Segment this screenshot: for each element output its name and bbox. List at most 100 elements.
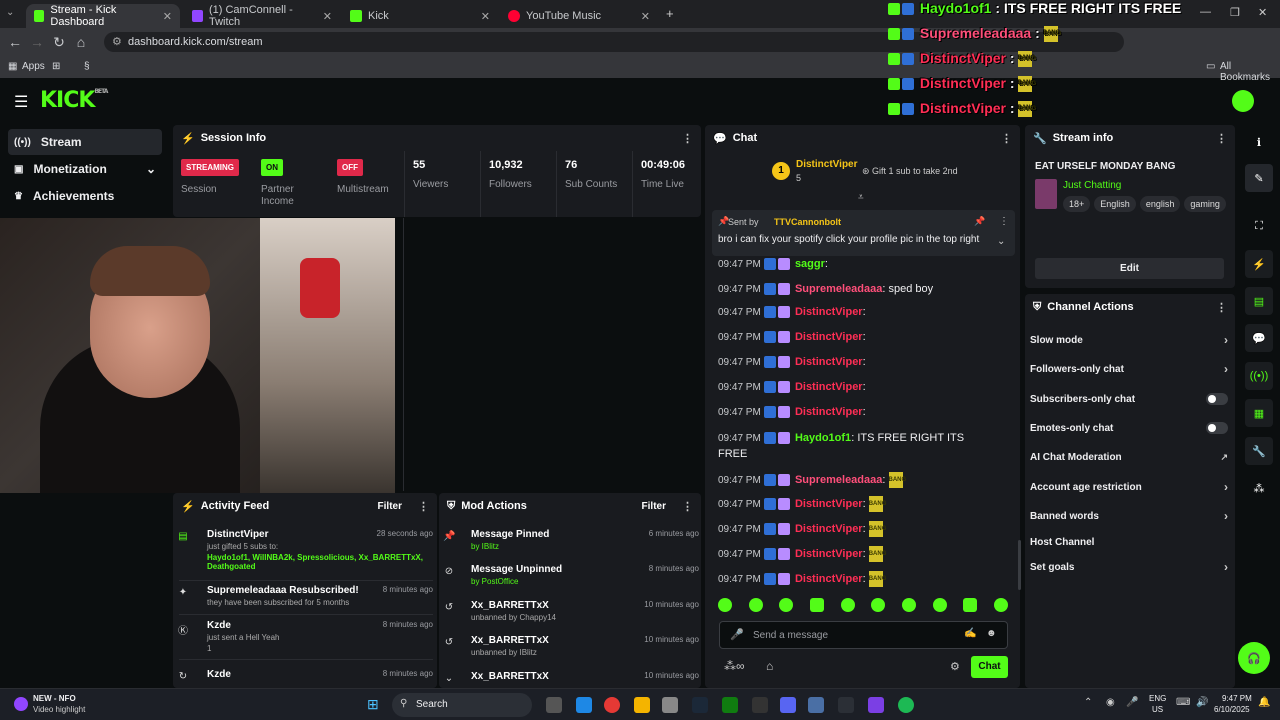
volume-icon[interactable]: 🔊 [1196,697,1208,708]
channel-action-slow-mode[interactable]: Slow mode › [1030,327,1228,353]
close-icon[interactable]: ✕ [163,10,172,23]
windows-start-icon[interactable]: ⊞ [367,696,379,713]
close-icon[interactable]: ✕ [641,10,650,23]
emoji-icon[interactable]: ☻ [986,628,997,639]
chat-username[interactable]: DistinctViper [795,523,863,535]
channel-action-account-age-restriction[interactable]: Account age restriction › [1030,474,1228,500]
microphone-icon[interactable]: 🎤 [730,628,744,641]
emote-bang[interactable]: BANG [888,472,906,488]
emote-icon[interactable] [748,598,763,612]
bookmark-icon[interactable]: § [84,61,90,72]
unpin-icon[interactable]: 📌 [974,216,985,227]
tab-kick[interactable]: Kick ✕ [342,4,498,28]
flash-icon[interactable]: ⚡ [1245,250,1273,278]
avatar[interactable] [1232,90,1254,112]
chat-username[interactable]: DistinctViper [795,331,863,343]
back-icon[interactable]: ← [4,34,26,50]
chat-username[interactable]: Supremeleadaaa [795,283,882,295]
task-view-icon[interactable] [546,697,562,713]
forward-icon[interactable]: → [26,34,48,50]
pinned-message[interactable]: 📌 Sent by TTVCannonbolt 📌 ⋮ bro i can fi… [712,210,1015,256]
chat-username[interactable]: DistinctViper [795,306,863,318]
emote-bang[interactable]: BANG [868,496,886,512]
tab-search-icon[interactable]: ⌄ [6,7,14,18]
store-icon[interactable]: ⌂ [766,659,773,673]
xbox-icon[interactable] [722,697,738,713]
chat-username[interactable]: DistinctViper [795,498,863,510]
emote-icon[interactable] [871,598,886,612]
region-indicator[interactable]: US [1152,705,1163,714]
more-icon[interactable]: ⋮ [682,132,693,145]
pencil-icon[interactable]: ✎ [1245,164,1273,192]
layers-icon[interactable]: ▦ [1245,399,1273,427]
steam-icon[interactable] [692,697,708,713]
infinity-icon[interactable]: ⁂∞ [724,659,745,673]
channel-action-followers-only-chat[interactable]: Followers-only chat › [1030,356,1228,382]
notification-center-icon[interactable]: 🔔 [1258,697,1270,708]
network-icon[interactable]: ⌨ [1176,697,1190,708]
chat-username[interactable]: DistinctViper [795,406,863,418]
taskbar-search[interactable]: ⚲ Search [392,693,532,717]
chrome-icon[interactable] [604,697,620,713]
emote-icon[interactable] [809,598,824,612]
language-indicator[interactable]: ENG [1149,694,1166,703]
wrench-icon[interactable]: 🔧 [1245,437,1273,465]
site-info-icon[interactable]: ⚙ [112,32,122,52]
channel-action-set-goals[interactable]: Set goals › [1030,554,1228,580]
more-icon[interactable]: ⋮ [999,216,1009,227]
chat-username[interactable]: DistinctViper [795,356,863,368]
send-chat-button[interactable]: Chat [971,656,1008,678]
channel-action-emotes-only-chat[interactable]: Emotes-only chat [1030,415,1228,441]
edge-icon[interactable] [576,697,592,713]
edit-button[interactable]: Edit [1035,258,1224,279]
more-icon[interactable]: ⋮ [418,500,429,513]
chevron-up-icon[interactable]: ⌃ [1084,697,1092,708]
channel-action-subscribers-only-chat[interactable]: Subscribers-only chat [1030,386,1228,412]
tray-icon[interactable]: ◉ [1106,697,1115,708]
clock-date[interactable]: 6/10/2025 [1214,705,1250,714]
emote-icon[interactable] [963,598,978,612]
epic-games-icon[interactable] [752,697,768,713]
channel-action-banned-words[interactable]: Banned words › [1030,503,1228,529]
chevron-down-icon[interactable]: ⌄ [997,236,1005,247]
more-icon[interactable]: ⋮ [682,500,693,513]
chat-username[interactable]: DistinctViper [795,573,863,585]
chat-username[interactable]: DistinctViper [795,548,863,560]
settings-icon[interactable]: ⚙ [950,660,960,673]
tab-kick-dashboard[interactable]: Stream - Kick Dashboard ✕ [26,4,180,28]
pinned-author[interactable]: TTVCannonbolt [774,217,841,227]
chat-username[interactable]: Haydo1of1 [795,432,851,444]
emote-bang[interactable]: BANG [868,521,886,537]
filter-button[interactable]: Filter [642,501,666,512]
toggle-switch[interactable] [1206,422,1228,434]
translate-icon[interactable]: ✍ [964,628,976,639]
stream-preview[interactable] [0,218,395,493]
channel-action-host-channel[interactable]: Host Channel [1030,529,1228,555]
grid-icon[interactable]: ⊞ [52,61,60,72]
info-icon[interactable]: ℹ [1245,128,1273,156]
emote-bang[interactable]: BANG [868,546,886,562]
emote-icon[interactable] [840,598,855,612]
clock-time[interactable]: 9:47 PM [1222,694,1252,703]
tab-twitch[interactable]: (1) CamConnell - Twitch ✕ [184,4,340,28]
community-icon[interactable]: ⁂ [1245,474,1273,502]
more-icon[interactable]: ⋮ [1216,301,1227,314]
tab-youtube-music[interactable]: YouTube Music ✕ [500,4,658,28]
notes-icon[interactable]: ▤ [1245,287,1273,315]
emote-icon[interactable] [993,598,1008,612]
close-icon[interactable]: ✕ [481,10,490,23]
file-explorer-icon[interactable] [634,697,650,713]
new-tab-icon[interactable]: + [666,6,674,21]
settings-app-icon[interactable] [808,697,824,713]
home-icon[interactable]: ⌂ [70,34,92,50]
chat-input[interactable]: 🎤 Send a message ✍ ☻ [719,621,1008,649]
emote-icon[interactable] [932,598,947,612]
apps-icon[interactable]: ▦ [8,61,17,72]
channel-action-ai-chat-moderation[interactable]: AI Chat Moderation ↗ [1030,444,1228,470]
emote-bang[interactable]: BANG [868,571,886,587]
chat-bubble-icon[interactable]: 💬 [1245,324,1273,352]
more-icon[interactable]: ⋮ [1001,132,1012,145]
mic-tray-icon[interactable]: 🎤 [1126,697,1138,708]
chat-username[interactable]: saggr [795,258,825,270]
notification-subtitle[interactable]: Video highlight [33,705,85,714]
